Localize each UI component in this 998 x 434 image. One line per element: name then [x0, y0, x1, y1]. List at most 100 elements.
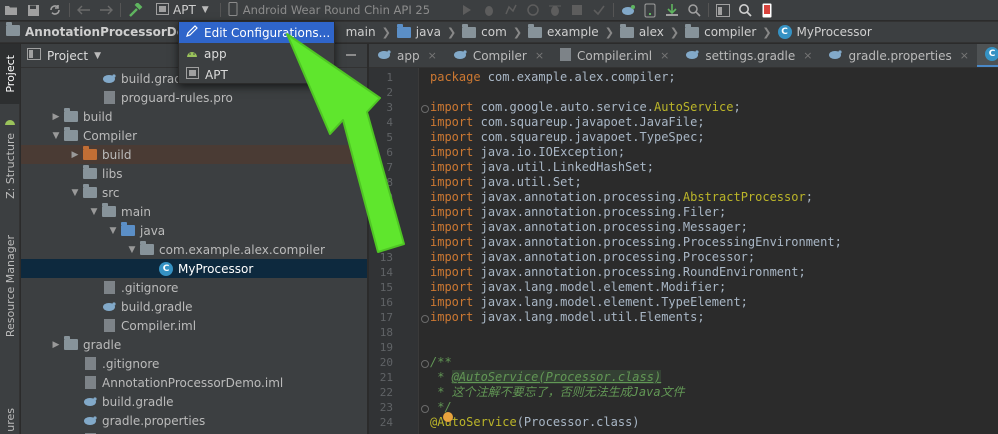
tree-item[interactable]: build.gradle	[21, 297, 367, 316]
hammer-icon[interactable]	[124, 1, 146, 19]
line-number: 12	[379, 236, 393, 249]
chevron-right-icon[interactable]: ▶	[50, 112, 62, 122]
sdk-manager-icon[interactable]	[661, 1, 683, 19]
settings-icon[interactable]	[345, 49, 357, 64]
breadcrumb-item-example[interactable]: example ❯	[528, 23, 620, 39]
tree-item[interactable]: gradle.properties	[21, 411, 367, 430]
chevron-down-icon[interactable]: ▼	[107, 226, 119, 236]
tool-tab-structure[interactable]: Z: Structure	[0, 128, 20, 204]
project-structure-icon[interactable]	[712, 1, 734, 19]
line-number: 17	[379, 311, 393, 324]
sync-icon[interactable]	[44, 1, 66, 19]
tree-item[interactable]: ▼ main	[21, 202, 367, 221]
tree-item[interactable]: AnnotationProcessorDemo.iml	[21, 373, 367, 392]
editor-tab[interactable]: gradle.properties ×	[820, 44, 977, 67]
debug-icon[interactable]	[478, 1, 500, 19]
fold-marker-icon[interactable]	[421, 360, 429, 368]
avd-manager-icon[interactable]	[639, 1, 661, 19]
tree-item[interactable]: ▼ Compiler	[21, 126, 367, 145]
back-arrow-icon[interactable]	[73, 1, 95, 19]
fold-marker-icon[interactable]	[421, 405, 429, 413]
chevron-down-icon[interactable]: ▼	[69, 188, 81, 198]
editor-tab[interactable]: app ×	[369, 44, 445, 67]
tree-item[interactable]: ▶ build	[21, 107, 367, 126]
chevron-down-icon[interactable]: ▼	[50, 131, 62, 141]
tree-item[interactable]: ▼ java	[21, 221, 367, 240]
chevron-right-icon[interactable]: ▶	[50, 340, 62, 350]
editor-tab[interactable]: CMyProcessor	[977, 44, 998, 67]
file-icon	[560, 47, 572, 64]
layout-inspector-icon[interactable]	[683, 1, 705, 19]
run-configuration-selector[interactable]: APT ▼	[151, 1, 214, 19]
close-icon[interactable]: ×	[660, 49, 669, 62]
tree-item-label: .gitignore	[121, 280, 179, 295]
tree-item[interactable]: .gitignore	[21, 278, 367, 297]
tree-item[interactable]: C MyProcessor	[21, 259, 367, 278]
module-icon	[186, 67, 199, 82]
breadcrumb-label: java	[415, 25, 441, 39]
tool-tab-captures[interactable]: ures	[0, 406, 20, 434]
tool-tab-project[interactable]: Project	[0, 44, 20, 104]
keyword: import	[430, 235, 474, 249]
menu-item-apt[interactable]: APT	[179, 64, 334, 85]
project-view-selector[interactable]: Project	[47, 49, 88, 63]
chevron-right-icon[interactable]: ▶	[69, 150, 81, 160]
breadcrumb-item-com[interactable]: com ❯	[462, 23, 528, 39]
breadcrumb-item-java[interactable]: java ❯	[396, 23, 462, 39]
code-line: import java.io.IOException;	[430, 145, 625, 160]
editor-tab[interactable]: settings.gradle ×	[677, 44, 820, 67]
close-icon[interactable]: ×	[960, 49, 969, 62]
fold-marker-icon[interactable]	[421, 105, 429, 113]
chevron-down-icon[interactable]: ▼	[94, 51, 101, 61]
tree-item[interactable]: .gitignore	[21, 354, 367, 373]
folder-icon	[81, 146, 99, 160]
line-number: 24	[379, 416, 393, 429]
tree-item[interactable]: Compiler.iml	[21, 316, 367, 335]
search-icon[interactable]	[734, 1, 756, 19]
code-editor[interactable]: 1 2 3 4 5 6 7 8 9 10 11 12 13 14 15 16 17 18 19 20 21 22 23 24 …	[369, 68, 998, 434]
close-icon[interactable]: ×	[803, 49, 812, 62]
menu-item-edit-configurations[interactable]: Edit Configurations...	[179, 22, 334, 43]
intention-bulb-icon[interactable]	[443, 412, 453, 422]
attach-debugger-icon[interactable]	[544, 1, 566, 19]
chevron-down-icon[interactable]: ▼	[88, 207, 100, 217]
save-icon[interactable]	[22, 1, 44, 19]
breadcrumb-item-compiler[interactable]: compiler ❯	[685, 23, 777, 39]
tree-item[interactable]: gradlew	[21, 430, 367, 434]
tree-item-label: main	[121, 204, 151, 219]
fold-marker-icon[interactable]	[421, 315, 429, 323]
stop-icon[interactable]	[566, 1, 588, 19]
import-path: javax.annotation.processing.Processor;	[480, 250, 756, 264]
code-line: import com.squareup.javapoet.TypeSpec;	[430, 130, 705, 145]
breadcrumb-item-myprocessor[interactable]: C MyProcessor	[777, 25, 872, 39]
tree-item[interactable]: ▼ com.example.alex.compiler	[21, 240, 367, 259]
close-icon[interactable]: ×	[535, 49, 544, 62]
code-line: import com.squareup.javapoet.JavaFile;	[430, 115, 705, 130]
profile-icon[interactable]	[522, 1, 544, 19]
folder-open-icon[interactable]	[0, 1, 22, 19]
tree-item[interactable]: ▶ build	[21, 145, 367, 164]
chevron-down-icon[interactable]: ▼	[126, 245, 138, 255]
main-toolbar: APT ▼ Android Wear Round Chin API 25	[0, 0, 998, 20]
tool-tab-resource-manager[interactable]: Resource Manager	[0, 232, 20, 340]
breadcrumb-item-alex[interactable]: alex ❯	[619, 23, 685, 39]
breadcrumb-item-project[interactable]: AnnotationProcessorDemo	[6, 22, 206, 39]
device-selector[interactable]: Android Wear Round Chin API 25	[224, 1, 434, 19]
device-file-explorer-icon[interactable]	[756, 1, 778, 19]
editor-tab[interactable]: Compiler.iml ×	[552, 44, 677, 67]
tree-item[interactable]: ▶ gradle	[21, 335, 367, 354]
gradle-sync-icon[interactable]	[617, 1, 639, 19]
code-line: import java.util.Set;	[430, 175, 582, 190]
editor-tab[interactable]: Compiler ×	[445, 44, 552, 67]
coverage-icon[interactable]	[500, 1, 522, 19]
run-icon[interactable]	[456, 1, 478, 19]
breadcrumb-item-main[interactable]: main ❯	[346, 25, 397, 39]
tree-item[interactable]: libs	[21, 164, 367, 183]
menu-item-app[interactable]: app	[179, 43, 334, 64]
tree-item[interactable]: build.gradle	[21, 392, 367, 411]
close-icon[interactable]: ×	[428, 49, 437, 62]
tree-item[interactable]: proguard-rules.pro	[21, 88, 367, 107]
forward-arrow-icon[interactable]	[95, 1, 117, 19]
tree-item[interactable]: ▼ src	[21, 183, 367, 202]
apply-changes-icon[interactable]	[588, 1, 610, 19]
